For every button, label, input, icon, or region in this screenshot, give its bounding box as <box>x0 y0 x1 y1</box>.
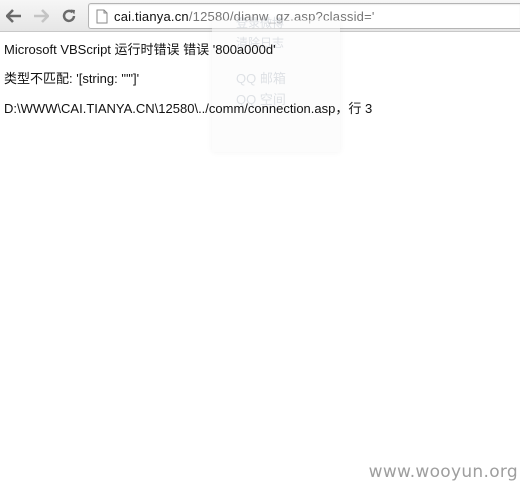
watermark: www.wooyun.org <box>368 462 518 482</box>
ghost-menu-item: 登录微博 <box>236 16 285 30</box>
forward-button[interactable] <box>30 5 52 27</box>
error-location: D:\WWW\CAI.TIANYA.CN\12580\../comm/conne… <box>4 101 373 116</box>
forward-arrow-icon <box>34 9 49 23</box>
ghost-menu-overlay: 登录微博 清除日志 QQ 邮箱 QQ 空间 <box>212 16 340 152</box>
reload-icon <box>62 9 76 23</box>
error-type: 类型不匹配: '[string: "'"]' <box>4 71 140 86</box>
back-arrow-icon <box>6 9 21 23</box>
page-icon <box>96 9 108 24</box>
back-button[interactable] <box>3 5 25 27</box>
url-host: cai.tianya.cn <box>114 9 189 24</box>
reload-button[interactable] <box>58 5 80 27</box>
ghost-menu-item: QQ 邮箱 <box>236 71 286 86</box>
error-title: Microsoft VBScript 运行时错误 错误 '800a000d' <box>4 42 276 57</box>
